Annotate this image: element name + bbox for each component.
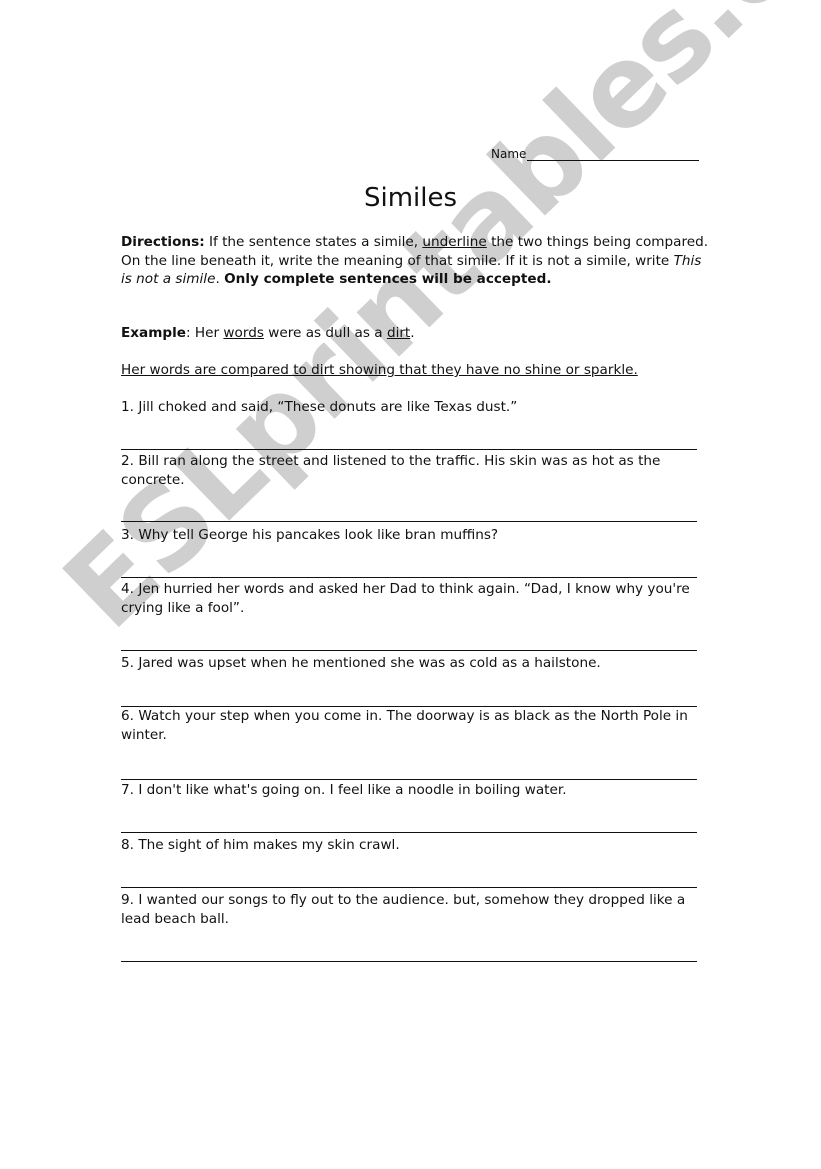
directions: Directions: If the sentence states a sim… <box>121 233 711 289</box>
example-text-1: : Her <box>186 325 224 341</box>
question-number: 8. <box>121 837 134 853</box>
question-text: Bill ran along the street and listened t… <box>121 453 661 488</box>
question-number: 2. <box>121 453 134 469</box>
question-1: 1. Jill choked and said, “These donuts a… <box>121 398 711 417</box>
question-9: 9. I wanted our songs to fly out to the … <box>121 891 711 928</box>
answer-line-9[interactable] <box>121 961 697 962</box>
question-text: Jill choked and said, “These donuts are … <box>138 399 518 415</box>
question-8: 8. The sight of him makes my skin crawl. <box>121 836 711 855</box>
question-3: 3. Why tell George his pancakes look lik… <box>121 526 711 545</box>
answer-line-4[interactable] <box>121 650 697 651</box>
question-text: The sight of him makes my skin crawl. <box>138 837 400 853</box>
question-text: I wanted our songs to fly out to the aud… <box>121 892 686 927</box>
question-number: 1. <box>121 399 134 415</box>
question-text: Jared was upset when he mentioned she wa… <box>138 655 601 671</box>
answer-line-7[interactable] <box>121 832 697 833</box>
question-text: I don't like what's going on. I feel lik… <box>138 782 567 798</box>
example-word-2: dirt <box>386 325 411 341</box>
name-label: Name <box>491 147 527 161</box>
question-number: 4. <box>121 581 134 597</box>
example: Example: Her words were as dull as a dir… <box>121 324 711 343</box>
question-4: 4. Jen hurried her words and asked her D… <box>121 580 711 617</box>
page-title: Similes <box>363 183 458 213</box>
question-number: 6. <box>121 708 134 724</box>
question-5: 5. Jared was upset when he mentioned she… <box>121 654 711 673</box>
question-text: Jen hurried her words and asked her Dad … <box>121 581 690 616</box>
directions-bold-tail: Only complete sentences will be accepted… <box>224 271 552 287</box>
directions-text-3: . <box>215 271 225 287</box>
directions-underline-word: underline <box>422 234 487 250</box>
example-label: Example <box>121 325 187 341</box>
directions-label: Directions: <box>121 234 205 250</box>
example-text-2: were as dull as a <box>263 325 387 341</box>
question-7: 7. I don't like what's going on. I feel … <box>121 781 711 800</box>
example-text-3: . <box>410 325 415 341</box>
question-text: Watch your step when you come in. The do… <box>121 708 688 743</box>
example-word-1: words <box>223 325 264 341</box>
question-number: 7. <box>121 782 134 798</box>
answer-line-6[interactable] <box>121 779 697 780</box>
worksheet-page: ESLprintables.com Name Similes Direction… <box>0 0 821 1169</box>
question-6: 6. Watch your step when you come in. The… <box>121 707 711 744</box>
name-field: Name <box>491 147 700 161</box>
example-answer: Her words are compared to dirt showing t… <box>121 362 638 378</box>
answer-line-1[interactable] <box>121 449 697 450</box>
name-blank-line <box>527 147 700 161</box>
question-2: 2. Bill ran along the street and listene… <box>121 452 711 489</box>
question-number: 3. <box>121 527 134 543</box>
directions-text-1: If the sentence states a simile, <box>204 234 423 250</box>
answer-line-2[interactable] <box>121 521 697 522</box>
answer-line-8[interactable] <box>121 887 697 888</box>
question-number: 9. <box>121 892 134 908</box>
question-number: 5. <box>121 655 134 671</box>
answer-line-3[interactable] <box>121 577 697 578</box>
question-text: Why tell George his pancakes look like b… <box>138 527 499 543</box>
